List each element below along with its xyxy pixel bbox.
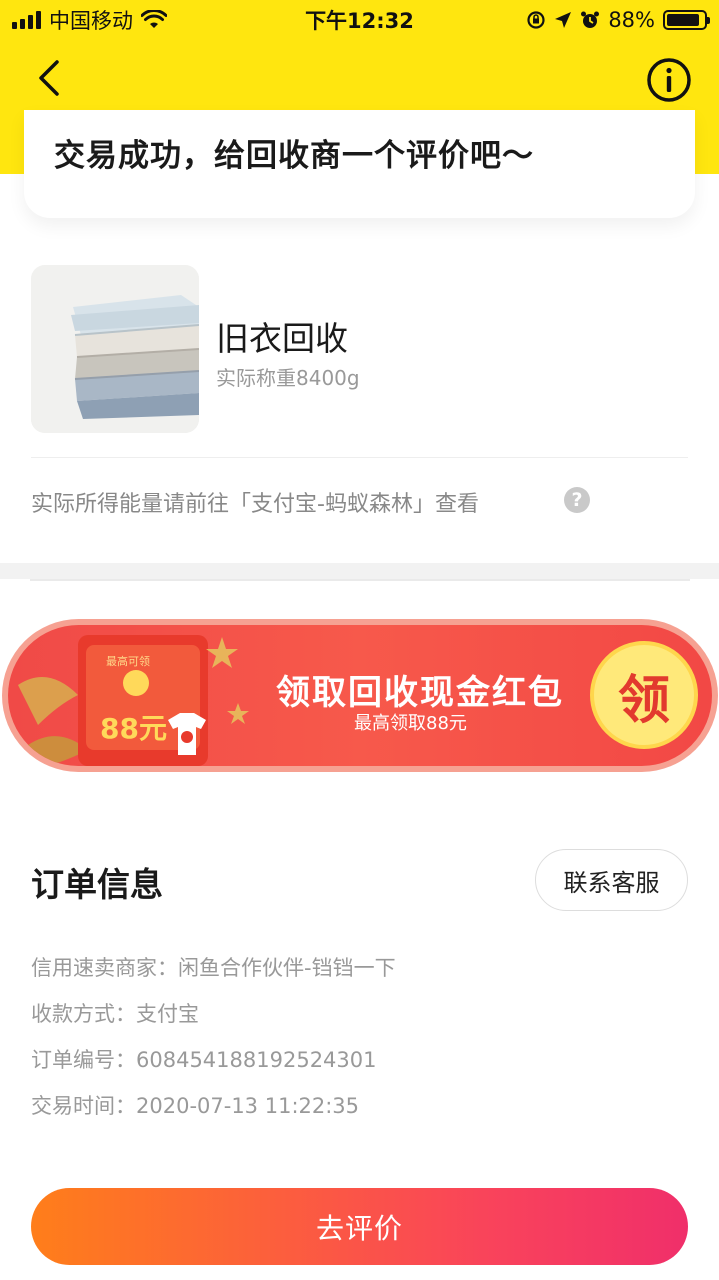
header-card: 交易成功，给回收商一个评价吧～ bbox=[24, 110, 695, 218]
carrier-label: 中国移动 bbox=[49, 9, 133, 33]
help-icon[interactable]: ? bbox=[564, 487, 590, 513]
info-label: 交易时间： bbox=[31, 1094, 136, 1118]
banner-subtitle: 最高领取88元 bbox=[354, 713, 467, 734]
battery-fill bbox=[667, 14, 699, 26]
battery-percent: 88% bbox=[608, 8, 655, 32]
claim-button[interactable]: 领 bbox=[590, 641, 698, 749]
folded-clothes-image bbox=[31, 265, 199, 433]
energy-note: 实际所得能量请前往「支付宝-蚂蚁森林」查看 bbox=[31, 492, 479, 517]
info-value: 闲鱼合作伙伴-铛铛一下 bbox=[178, 956, 396, 980]
page-title: 交易成功，给回收商一个评价吧～ bbox=[54, 138, 534, 174]
contact-service-button[interactable]: 联系客服 bbox=[535, 849, 688, 911]
envelope-amount: 88元 bbox=[100, 712, 167, 745]
section-separator bbox=[0, 563, 719, 579]
banner-title: 领取回收现金红包 bbox=[276, 673, 564, 713]
order-info-title: 订单信息 bbox=[31, 865, 163, 904]
info-label: 订单编号： bbox=[31, 1048, 136, 1072]
product-image bbox=[31, 265, 199, 433]
status-bar: 中国移动 下午12:32 88% bbox=[0, 0, 719, 40]
envelope-top-text: 最高可领 bbox=[106, 655, 150, 668]
product-name: 旧衣回收 bbox=[216, 319, 348, 358]
info-circle-icon[interactable] bbox=[645, 56, 693, 104]
signal-icon bbox=[12, 11, 41, 29]
product-weight: 实际称重8400g bbox=[216, 366, 360, 390]
info-label: 信用速卖商家： bbox=[31, 956, 178, 980]
red-packet-banner[interactable]: 最高可领 88元 领取回收现金红包 最高领取88元 领 bbox=[2, 619, 718, 772]
alarm-icon bbox=[581, 11, 600, 28]
status-left: 中国移动 bbox=[12, 5, 272, 35]
rotation-lock-icon bbox=[527, 11, 545, 29]
chevron-left-icon[interactable] bbox=[28, 56, 72, 100]
battery-icon bbox=[663, 10, 710, 30]
info-row-trade-time: 交易时间：2020-07-13 11:22:35 bbox=[31, 1090, 359, 1120]
status-right: 88% bbox=[447, 8, 710, 32]
banner-body: 最高可领 88元 领取回收现金红包 最高领取88元 领 bbox=[8, 625, 712, 766]
info-value: 608454188192524301 bbox=[136, 1048, 377, 1072]
info-label: 收款方式： bbox=[31, 1002, 136, 1026]
divider bbox=[30, 579, 690, 581]
info-value: 支付宝 bbox=[136, 1002, 199, 1026]
info-row-order-number: 订单编号：608454188192524301 bbox=[31, 1044, 377, 1074]
wifi-icon bbox=[141, 10, 167, 28]
go-review-button[interactable]: 去评价 bbox=[31, 1188, 688, 1265]
location-icon bbox=[555, 12, 572, 28]
status-time: 下午12:32 bbox=[305, 9, 414, 33]
info-row-payment: 收款方式：支付宝 bbox=[31, 998, 199, 1028]
info-row-merchant: 信用速卖商家：闲鱼合作伙伴-铛铛一下 bbox=[31, 952, 396, 982]
info-value: 2020-07-13 11:22:35 bbox=[136, 1094, 360, 1118]
divider bbox=[31, 457, 688, 458]
